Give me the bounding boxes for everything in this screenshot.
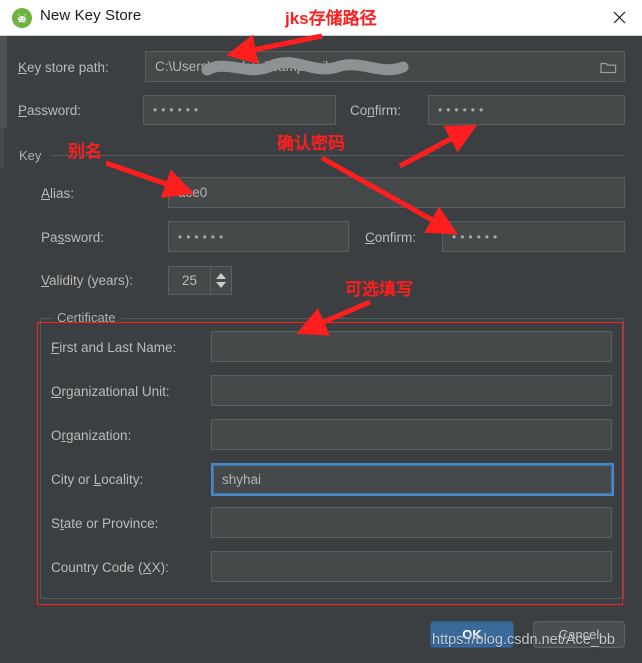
arrow-down-icon[interactable] <box>216 282 226 288</box>
keystore-password-value: •••••• <box>153 103 203 117</box>
arrow-up-icon[interactable] <box>216 273 226 279</box>
close-icon[interactable] <box>596 0 642 35</box>
window-title: New Key Store <box>40 7 142 24</box>
keystore-password-input[interactable]: •••••• <box>143 95 336 125</box>
validity-label: Validity (years): <box>41 273 134 288</box>
key-store-path-value: C:\Users\ \.android\campus.jks <box>155 59 339 74</box>
key-store-path-label: Key store path: <box>18 60 109 75</box>
left-edge-strip-lower <box>0 128 4 168</box>
key-confirm-input[interactable]: •••••• <box>442 221 625 252</box>
alias-label: Alias: <box>41 186 75 201</box>
key-store-path-input[interactable]: C:\Users\ \.android\campus.jks <box>145 51 625 82</box>
left-edge-strip <box>0 36 7 128</box>
validity-stepper[interactable]: 25 <box>168 266 232 295</box>
key-group-separator <box>52 155 625 156</box>
annotation-jks-path-text: jks存储路径 <box>285 9 377 28</box>
annotation-optional-text: 可选填写 <box>345 280 413 299</box>
key-confirm-value: •••••• <box>452 229 502 244</box>
key-confirm-label: Confirm: <box>365 230 417 245</box>
key-password-value: •••••• <box>178 229 228 244</box>
validity-value: 25 <box>181 273 198 288</box>
arrow-jks-path <box>226 33 323 65</box>
annotation-alias-text: 别名 <box>68 142 102 161</box>
alias-value: ace0 <box>178 185 208 200</box>
new-key-store-dialog: New Key Store Key store path: C:\Users\ … <box>0 0 642 663</box>
validity-arrows[interactable] <box>210 267 231 294</box>
key-password-input[interactable]: •••••• <box>168 221 349 252</box>
watermark-text: https://blog.csdn.net/Ace_bb <box>432 632 615 648</box>
keystore-password-label: Password: <box>18 103 82 118</box>
annotation-confirm-password-text: 确认密码 <box>277 134 345 153</box>
android-studio-icon <box>12 8 32 28</box>
folder-icon[interactable] <box>596 57 620 77</box>
annotation-certificate-highlight-box <box>37 322 623 605</box>
keystore-confirm-label: Confirm: <box>350 103 402 118</box>
key-password-label: Password: <box>41 230 105 245</box>
keystore-confirm-value: •••••• <box>438 103 488 117</box>
alias-input[interactable]: ace0 <box>168 177 625 208</box>
key-group-title: Key <box>14 149 47 162</box>
arrow-confirm-upper <box>398 125 478 169</box>
keystore-confirm-input[interactable]: •••••• <box>428 95 625 125</box>
